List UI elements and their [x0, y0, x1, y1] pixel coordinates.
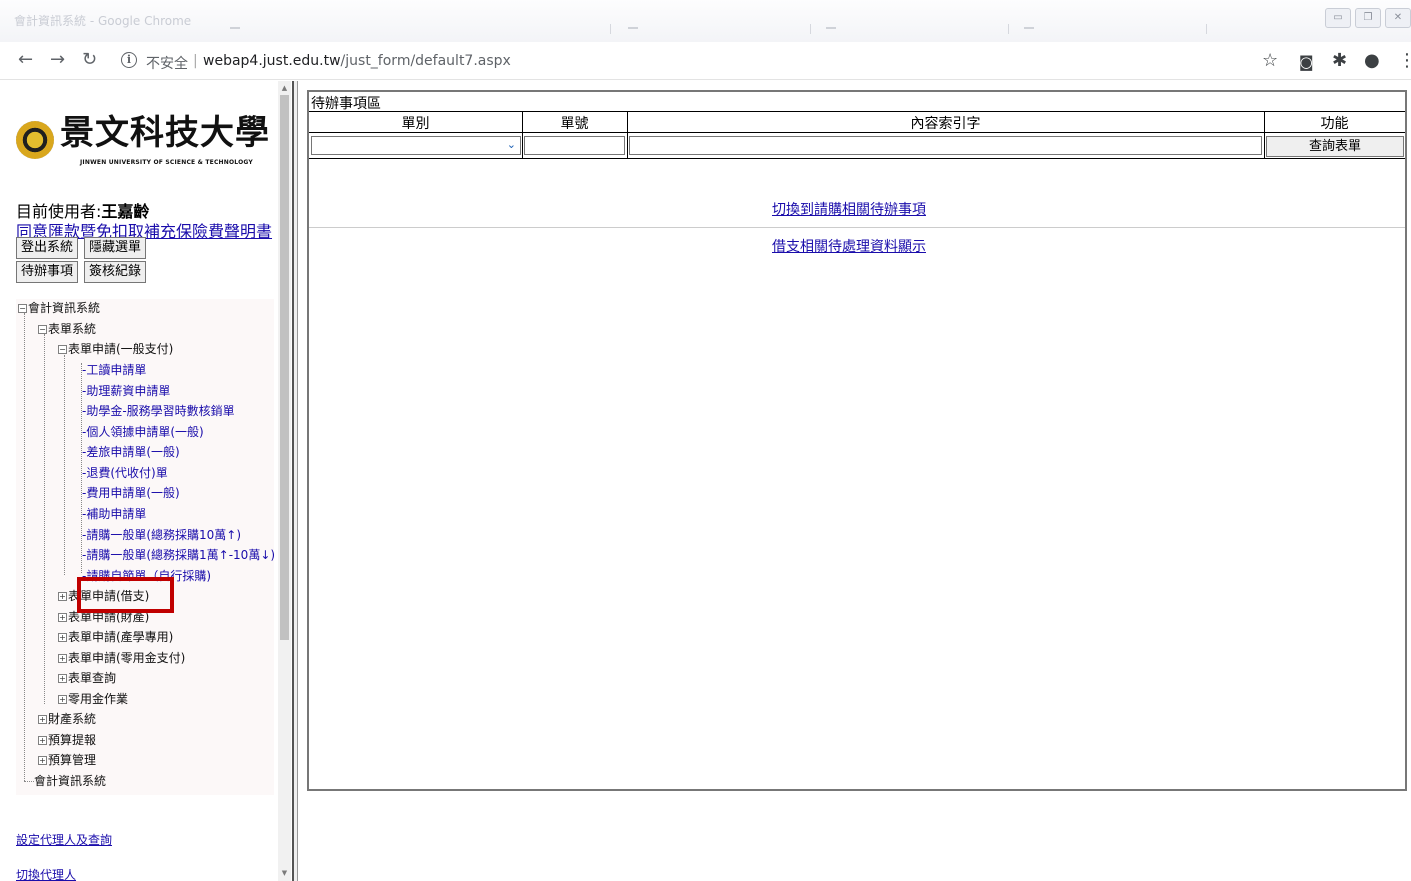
tree-group-petty-cash-ops[interactable]: + 零用金作業	[58, 692, 128, 706]
minimize-button[interactable]: ▭	[1325, 8, 1351, 28]
tree-leaf-refund[interactable]: -退費(代收付)單	[82, 466, 168, 480]
collapse-icon[interactable]: −	[18, 304, 27, 313]
extensions-icon[interactable]: ✱	[1332, 50, 1347, 71]
tree-general-payment[interactable]: − 表單申請(一般支付)	[58, 342, 173, 356]
expand-icon[interactable]: +	[58, 674, 67, 683]
tree-leaf-expense[interactable]: -費用申請單(一般)	[82, 486, 180, 500]
highlight-box	[77, 577, 174, 613]
scrollbar-thumb[interactable]	[280, 95, 289, 640]
tree-group-petty-cash-pay[interactable]: + 表單申請(零用金支付)	[58, 651, 185, 665]
tab-separator	[1206, 24, 1207, 34]
school-seal-icon	[16, 121, 54, 159]
header-form-number: 單號	[560, 116, 589, 132]
menu-tree: − 會計資訊系統 − 表單系統 − 表單申請(一般支付) -工讀申請單 -助理薪資申請…	[16, 299, 275, 795]
advance-data-link[interactable]: 借支相關待處理資料顯示	[772, 236, 926, 256]
todo-panel-title: 待辦事項區	[311, 96, 381, 112]
url-host: webap4.just.edu.tw	[203, 53, 341, 69]
switch-agent-link[interactable]: 切換代理人	[16, 866, 76, 881]
tab-placeholder[interactable]	[1024, 27, 1034, 29]
todo-panel: 待辦事項區 單別 單號 內容索引字 功能 ⌄ 查詢表單 切換到請購相關待辦事項 …	[307, 90, 1407, 791]
window-title: 會計資訊系統 - Google Chrome	[14, 14, 192, 28]
camera-icon[interactable]: ◙	[1299, 53, 1314, 71]
expand-icon[interactable]: +	[38, 736, 47, 745]
insecure-label[interactable]: 不安全	[146, 53, 188, 73]
tree-budget-report[interactable]: + 預算提報	[38, 733, 96, 747]
profile-icon[interactable]: ●	[1364, 50, 1380, 71]
back-icon[interactable]: ←	[18, 51, 33, 69]
form-number-input[interactable]	[524, 136, 625, 155]
switch-purchase-link[interactable]: 切換到請購相關待辦事項	[772, 199, 926, 219]
expand-icon[interactable]: +	[58, 654, 67, 663]
restore-button[interactable]: ❐	[1355, 8, 1381, 28]
hide-menu-button[interactable]: 隱藏選單	[84, 237, 147, 259]
query-form-button[interactable]: 查詢表單	[1266, 136, 1404, 157]
review-log-button[interactable]: 簽核紀錄	[84, 261, 147, 283]
tree-leaf-grant-service[interactable]: -助學金-服務學習時數核銷單	[82, 404, 235, 418]
tree-leaf-purchase-10k[interactable]: -請購一般單(總務採購1萬↑-10萬↓)	[82, 548, 275, 562]
tree-leaf-subsidy[interactable]: -補助申請單	[82, 507, 146, 521]
tree-property-system[interactable]: + 財產系統	[38, 712, 96, 726]
expand-icon[interactable]: +	[58, 613, 67, 622]
left-scrollbar[interactable]: ▲ ▼	[278, 81, 291, 881]
expand-icon[interactable]: +	[58, 695, 67, 704]
scroll-down-icon[interactable]: ▼	[280, 869, 289, 877]
tree-connector	[24, 313, 25, 781]
expand-icon[interactable]: +	[58, 592, 67, 601]
tree-group-form-query[interactable]: + 表單查詢	[58, 671, 116, 685]
url-path: /just_form/default7.aspx	[340, 53, 511, 69]
expand-icon[interactable]: +	[38, 756, 47, 765]
tree-root[interactable]: − 會計資訊系統	[18, 301, 100, 315]
collapse-icon[interactable]: −	[38, 325, 47, 334]
set-agent-link[interactable]: 設定代理人及查詢	[16, 831, 112, 848]
star-icon[interactable]: ☆	[1262, 50, 1278, 71]
tab-placeholder[interactable]	[230, 27, 240, 29]
form-type-select[interactable]: ⌄	[311, 136, 521, 155]
tree-leaf-assistant-salary[interactable]: -助理薪資申請單	[82, 384, 170, 398]
expand-icon[interactable]: +	[58, 633, 67, 642]
frame-divider[interactable]	[292, 81, 298, 881]
tab-separator	[1008, 24, 1009, 34]
keyword-input[interactable]	[629, 136, 1262, 155]
left-menu-frame: 景文科技大學 JINWEN UNIVERSITY OF SCIENCE & TE…	[0, 81, 278, 881]
url-field[interactable]: webap4.just.edu.tw/just_form/default7.as…	[203, 53, 511, 69]
tab-placeholder[interactable]	[826, 27, 836, 29]
reload-icon[interactable]: ↻	[82, 51, 97, 69]
tab-separator	[810, 24, 811, 34]
tab-placeholder[interactable]	[628, 27, 638, 29]
scroll-up-icon[interactable]: ▲	[280, 84, 289, 92]
url-separator: |	[193, 53, 198, 69]
tree-budget-manage[interactable]: + 預算管理	[38, 753, 96, 767]
tree-footer[interactable]: 會計資訊系統	[34, 774, 106, 788]
grid-line	[309, 111, 1405, 112]
header-form-type: 單別	[401, 116, 430, 132]
header-keyword: 內容索引字	[910, 116, 981, 132]
tree-leaf-work-study[interactable]: -工讀申請單	[82, 363, 146, 377]
collapse-icon[interactable]: −	[58, 345, 67, 354]
tree-connector	[64, 355, 65, 575]
expand-icon[interactable]: +	[38, 715, 47, 724]
chevron-down-icon: ⌄	[506, 138, 516, 151]
close-button[interactable]: ✕	[1385, 8, 1411, 28]
browser-titlebar: 會計資訊系統 - Google Chrome ▭ ❐ ✕	[0, 0, 1411, 42]
school-name: 景文科技大學	[60, 113, 270, 153]
divider	[309, 227, 1405, 228]
tree-leaf-personal-receipt[interactable]: -個人領據申請單(一般)	[82, 425, 204, 439]
tree-form-system[interactable]: − 表單系統	[38, 322, 96, 336]
school-name-en: JINWEN UNIVERSITY OF SCIENCE & TECHNOLOG…	[80, 159, 253, 166]
tree-leaf-purchase-100k[interactable]: -請購一般單(總務採購10萬↑)	[82, 528, 241, 542]
tree-group-industry[interactable]: + 表單申請(產學專用)	[58, 630, 173, 644]
todo-button[interactable]: 待辦事項	[16, 261, 79, 283]
grid-line	[309, 158, 1405, 159]
forward-icon[interactable]: →	[50, 51, 65, 69]
school-logo: 景文科技大學 JINWEN UNIVERSITY OF SCIENCE & TE…	[16, 113, 272, 169]
tree-leaf-travel[interactable]: -差旅申請單(一般)	[82, 445, 180, 459]
header-function: 功能	[1320, 116, 1349, 132]
address-bar: ← → ↻ i 不安全 | webap4.just.edu.tw/just_fo…	[0, 42, 1411, 80]
menu-icon[interactable]: ⋮	[1398, 50, 1411, 71]
logout-button[interactable]: 登出系統	[16, 237, 79, 259]
tree-connector	[24, 781, 34, 782]
tree-connector	[44, 334, 45, 704]
tab-separator	[610, 24, 611, 34]
info-icon[interactable]: i	[121, 52, 137, 68]
